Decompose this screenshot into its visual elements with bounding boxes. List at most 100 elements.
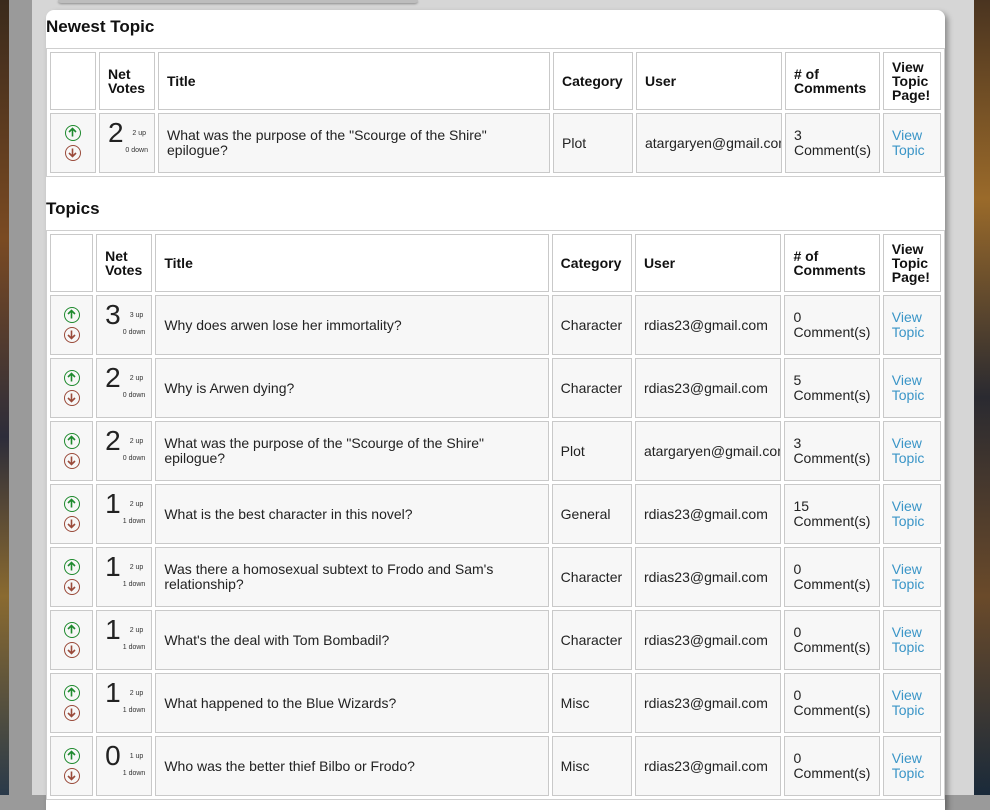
up-votes-count: 2 up	[129, 438, 144, 445]
view-topic-link[interactable]: View Topic	[892, 498, 925, 529]
arrow-up-circle-icon	[66, 687, 76, 697]
view-cell: View Topic	[882, 673, 941, 733]
upvote-button[interactable]	[63, 370, 80, 386]
arrow-down-circle-icon	[68, 148, 77, 158]
down-votes-count: 1 down	[122, 518, 146, 525]
up-votes-count: 2 up	[129, 501, 144, 508]
topics-heading: Topics	[46, 199, 100, 218]
upvote-button[interactable]	[63, 748, 80, 764]
net-votes-cell: 2 2 up 0 down	[96, 421, 153, 481]
title-cell: What happened to the Blue Wizards?	[155, 673, 549, 733]
topic-row: 2 2 up 0 down Why is Arwen dying? Charac…	[50, 358, 941, 418]
view-topic-link[interactable]: View Topic	[892, 127, 925, 158]
view-topic-link[interactable]: View Topic	[892, 372, 925, 403]
up-votes-count: 2 up	[129, 375, 144, 382]
net-votes-value: 3	[105, 299, 121, 330]
net-votes-value: 1	[105, 551, 121, 582]
arrow-down-circle-icon	[66, 771, 76, 781]
comments-cell: 0 Comment(s)	[784, 547, 880, 607]
up-votes-count: 2 up	[129, 564, 144, 571]
downvote-button[interactable]	[63, 642, 80, 658]
view-topic-link[interactable]: View Topic	[892, 435, 925, 466]
vote-cell	[50, 484, 94, 544]
newest-topic-heading: Newest Topic	[46, 17, 155, 36]
upvote-button[interactable]	[63, 496, 80, 512]
down-votes-count: 1 down	[122, 581, 146, 588]
down-votes-count: 1 down	[122, 644, 146, 651]
comments-cell: 15 Comment(s)	[784, 484, 880, 544]
user-header: User	[636, 52, 782, 110]
title-header: Title	[155, 234, 549, 292]
comments-header: # of Comments	[784, 234, 880, 292]
vote-cell	[50, 610, 94, 670]
view-cell: View Topic	[882, 736, 941, 796]
upvote-button[interactable]	[63, 433, 80, 449]
background-right-edge	[974, 0, 990, 795]
comments-cell: 3 Comment(s)	[784, 421, 880, 481]
downvote-button[interactable]	[65, 145, 81, 161]
category-cell: General	[551, 484, 632, 544]
upvote-button[interactable]	[65, 125, 81, 141]
arrow-up-circle-icon	[66, 750, 76, 760]
net-votes-cell: 3 3 up 0 down	[96, 295, 153, 355]
view-cell: View Topic	[882, 547, 941, 607]
view-cell: View Topic	[882, 610, 941, 670]
down-votes-count: 0 down	[122, 392, 146, 399]
vote-header	[50, 52, 96, 110]
topic-row: 1 2 up 1 down What's the deal with Tom B…	[50, 610, 941, 670]
upvote-button[interactable]	[63, 685, 80, 701]
net-votes-cell: 1 2 up 1 down	[96, 673, 153, 733]
view-cell: View Topic	[882, 484, 941, 544]
comments-cell: 3 Comment(s)	[785, 113, 880, 173]
upvote-button[interactable]	[63, 559, 80, 575]
category-cell: Misc	[551, 673, 632, 733]
view-topic-link[interactable]: View Topic	[892, 561, 925, 592]
view-topic-link[interactable]: View Topic	[892, 309, 925, 340]
comments-header: # of Comments	[785, 52, 880, 110]
view-cell: View Topic	[882, 295, 941, 355]
net-votes-cell: 1 2 up 1 down	[96, 484, 153, 544]
topics-header-row: Net Votes Title Category User # of Comme…	[50, 234, 941, 292]
arrow-up-circle-icon	[66, 624, 76, 634]
title-cell: Why is Arwen dying?	[155, 358, 549, 418]
downvote-button[interactable]	[63, 390, 80, 406]
view-cell: View Topic	[883, 113, 941, 173]
title-cell: Who was the better thief Bilbo or Frodo?	[155, 736, 549, 796]
view-topic-link[interactable]: View Topic	[892, 687, 925, 718]
title-cell: Why does arwen lose her immortality?	[155, 295, 549, 355]
comments-cell: 0 Comment(s)	[784, 736, 880, 796]
down-votes-count: 0 down	[125, 147, 148, 154]
down-votes-count: 1 down	[122, 707, 146, 714]
downvote-button[interactable]	[63, 327, 80, 343]
net-votes-header: Net Votes	[99, 52, 155, 110]
user-cell: rdias23@gmail.com	[634, 358, 782, 418]
net-votes-value: 2	[105, 425, 121, 456]
downvote-button[interactable]	[63, 453, 80, 469]
topics-table: Net Votes Title Category User # of Comme…	[46, 230, 945, 800]
comments-cell: 0 Comment(s)	[784, 673, 880, 733]
arrow-down-circle-icon	[66, 582, 76, 592]
net-votes-cell: 2 2 up 0 down	[99, 113, 155, 173]
title-cell: What was the purpose of the "Scourge of …	[158, 113, 550, 173]
user-cell: atargaryen@gmail.com	[636, 113, 782, 173]
category-cell: Character	[551, 295, 632, 355]
view-cell: View Topic	[882, 421, 941, 481]
downvote-button[interactable]	[63, 579, 80, 595]
downvote-button[interactable]	[63, 768, 80, 784]
net-votes-cell: 0 1 up 1 down	[96, 736, 153, 796]
downvote-button[interactable]	[63, 516, 80, 532]
view-topic-link[interactable]: View Topic	[892, 624, 925, 655]
downvote-button[interactable]	[63, 705, 80, 721]
view-topic-link[interactable]: View Topic	[892, 750, 925, 781]
upvote-button[interactable]	[63, 622, 80, 638]
up-votes-count: 2 up	[129, 690, 144, 697]
upvote-button[interactable]	[63, 307, 80, 323]
arrow-down-circle-icon	[66, 519, 76, 529]
title-cell: What is the best character in this novel…	[155, 484, 549, 544]
user-header: User	[634, 234, 782, 292]
top-bar	[58, 0, 418, 3]
topic-row: 2 2 up 0 down What was the purpose of th…	[50, 421, 941, 481]
net-votes-header: Net Votes	[96, 234, 153, 292]
newest-header-row: Net Votes Title Category User # of Comme…	[50, 52, 941, 110]
arrow-down-circle-icon	[66, 393, 76, 403]
